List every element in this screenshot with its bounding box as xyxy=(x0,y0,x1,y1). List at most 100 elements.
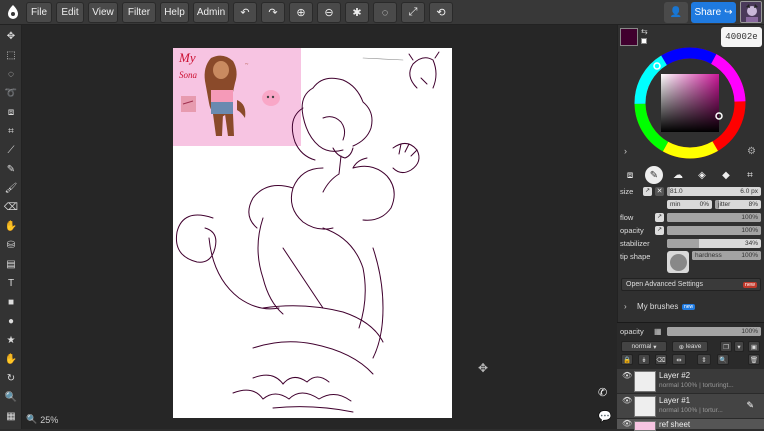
layer-visibility-icon[interactable]: 👁 xyxy=(622,396,632,405)
brush-tool-selected-icon[interactable]: ✎ xyxy=(645,166,663,184)
merge-down-icon[interactable]: ↡ xyxy=(638,354,650,365)
admin-menu[interactable]: Admin xyxy=(193,2,229,23)
hand-tool-icon[interactable]: ✋ xyxy=(3,351,19,367)
zoom-out-icon[interactable]: ⊖ xyxy=(317,2,341,23)
add-user-icon[interactable]: 👤 xyxy=(664,2,688,23)
layer-name: Layer #1 xyxy=(659,396,691,405)
drawing-canvas[interactable]: My Sona ~ xyxy=(173,48,452,418)
lasso-tool-icon[interactable]: ➰ xyxy=(3,85,19,101)
file-menu[interactable]: File xyxy=(26,2,52,23)
layer-search-icon[interactable]: 🔍 xyxy=(717,354,729,365)
opacity-value: 100% xyxy=(741,227,758,234)
delete-layer-icon[interactable]: 🗑 xyxy=(748,354,760,365)
expand-panel-icon[interactable]: › xyxy=(624,146,627,156)
smudge-icon[interactable]: ✋ xyxy=(3,218,19,234)
undo-icon[interactable]: ↶ xyxy=(233,2,257,23)
edit-menu[interactable]: Edit xyxy=(56,2,84,23)
transform-icon[interactable]: ⟲ xyxy=(429,2,453,23)
eyedropper-icon[interactable]: ⟋ xyxy=(3,142,19,158)
lasso-icon[interactable]: ◌ xyxy=(373,2,397,23)
brush-blend-icon[interactable]: ☁ xyxy=(669,166,687,184)
pencil-icon[interactable]: ✎ xyxy=(3,161,19,177)
layer-row-ref-sheet[interactable]: 👁 ref sheet xyxy=(617,418,764,431)
primary-color-swatch[interactable] xyxy=(620,28,638,46)
magic-wand-icon[interactable]: ✱ xyxy=(345,2,369,23)
size-pressure-icon[interactable]: ↗ xyxy=(643,187,652,196)
voice-call-icon[interactable]: ✆ xyxy=(598,386,607,399)
help-menu[interactable]: Help xyxy=(160,2,189,23)
zoom-in-icon[interactable]: ⊕ xyxy=(289,2,313,23)
move-tool-icon[interactable]: ✥ xyxy=(3,28,19,44)
clear-layer-icon[interactable]: ⌫ xyxy=(655,354,667,365)
advanced-new-badge: new xyxy=(742,281,757,288)
flip-horizontal-icon[interactable]: ⇹ xyxy=(672,354,686,365)
grid-icon[interactable]: ▦ xyxy=(3,408,19,424)
blend-mode-select[interactable]: normal ▾ xyxy=(621,341,667,352)
hardness-value: 100% xyxy=(741,252,758,259)
brush-crop-icon[interactable]: ⌗ xyxy=(741,166,759,184)
jitter-slider[interactable]: jitter 8% xyxy=(715,200,761,209)
swap-colors-icon[interactable]: ⇆ xyxy=(641,27,648,36)
layer-opacity-slider[interactable]: 100% xyxy=(667,327,761,336)
fill-bucket-icon[interactable]: ⛁ xyxy=(3,237,19,253)
fullscreen-icon[interactable]: ⤢ xyxy=(401,2,425,23)
gradient-icon[interactable]: ▤ xyxy=(3,256,19,272)
brush-eraser-icon[interactable]: ◈ xyxy=(693,166,711,184)
crop-tool-icon[interactable]: ⌗ xyxy=(3,123,19,139)
size-slider[interactable]: 81.0 6.0 px xyxy=(667,187,761,196)
flip-vertical-icon[interactable]: ⇕ xyxy=(697,354,711,365)
filter-menu[interactable]: Filter xyxy=(122,2,156,23)
layer-row-2[interactable]: 👁 Layer #2 normal 100% | torturingt... xyxy=(617,368,764,393)
advanced-settings-button[interactable]: Open Advanced Settings new xyxy=(621,278,761,291)
redo-icon[interactable]: ↷ xyxy=(261,2,285,23)
avatar[interactable] xyxy=(740,1,762,23)
chat-icon[interactable]: 💬 xyxy=(598,410,612,423)
top-toolbar: File Edit View Filter Help Admin ↶ ↷ ⊕ ⊖… xyxy=(0,0,764,25)
leave-button[interactable]: ⊕ leave xyxy=(672,341,708,352)
app-logo-icon[interactable] xyxy=(4,3,22,21)
opacity-pressure-icon[interactable]: ↗ xyxy=(655,226,664,235)
brush-smudge-icon[interactable]: ◆ xyxy=(717,166,735,184)
layer-row-1[interactable]: 👁 Layer #1 normal 100% | tortur... ✎ xyxy=(617,393,764,418)
duplicate-layer-icon[interactable]: ❐ xyxy=(720,341,732,352)
flow-slider[interactable]: 100% xyxy=(667,213,761,222)
flow-value: 100% xyxy=(741,214,758,221)
layer-visibility-icon[interactable]: 👁 xyxy=(622,371,632,380)
secondary-color-swatch[interactable] xyxy=(641,38,647,44)
zoom-indicator[interactable]: 🔍 25% xyxy=(26,414,58,425)
new-layer-icon[interactable]: ▣ xyxy=(748,341,760,352)
opacity-slider[interactable]: 100% xyxy=(667,226,761,235)
eraser-icon[interactable]: ⌫ xyxy=(3,199,19,215)
tip-shape-preview[interactable] xyxy=(667,251,689,273)
rectangle-shape-icon[interactable]: ■ xyxy=(3,294,19,310)
flow-pressure-icon[interactable]: ↗ xyxy=(655,213,664,222)
my-brushes-label[interactable]: My brushes xyxy=(637,302,678,311)
lock-layer-icon[interactable]: 🔒 xyxy=(621,354,633,365)
hex-color-input[interactable]: 40002e xyxy=(721,27,762,47)
settings-gear-icon[interactable]: ⚙ xyxy=(747,146,756,157)
ellipse-select-icon[interactable]: ◌ xyxy=(3,66,19,82)
layer-visibility-icon[interactable]: 👁 xyxy=(622,419,632,428)
zoom-tool-icon[interactable]: 🔍 xyxy=(3,389,19,405)
size-px: 6.0 px xyxy=(740,188,758,195)
brush-transform-icon[interactable]: ⧈ xyxy=(621,166,639,184)
star-shape-icon[interactable]: ★ xyxy=(3,332,19,348)
text-tool-icon[interactable]: T xyxy=(3,275,19,291)
hardness-slider[interactable]: hardness 100% xyxy=(692,251,761,260)
ellipse-shape-icon[interactable]: ● xyxy=(3,313,19,329)
share-button[interactable]: Share ↪ xyxy=(691,2,736,23)
color-wheel[interactable] xyxy=(633,46,747,160)
layer-alpha-lock-icon[interactable]: ▦ xyxy=(654,327,662,336)
rect-select-icon[interactable]: ⬚ xyxy=(3,47,19,63)
brush-icon[interactable]: 🖌 xyxy=(3,180,19,196)
layer-menu-chevron-icon[interactable]: ▾ xyxy=(734,341,744,352)
rotate-view-icon[interactable]: ↻ xyxy=(3,370,19,386)
ref-text-my: My xyxy=(178,50,196,65)
my-brushes-chevron-icon[interactable]: › xyxy=(624,302,627,311)
transform-tool-icon[interactable]: ⧈ xyxy=(3,104,19,120)
min-slider[interactable]: min 0% xyxy=(667,200,712,209)
size-lock-icon[interactable]: ✕ xyxy=(655,187,664,196)
stabilizer-slider[interactable]: 34% xyxy=(667,239,761,248)
opacity-label: opacity xyxy=(620,226,644,235)
view-menu[interactable]: View xyxy=(88,2,118,23)
